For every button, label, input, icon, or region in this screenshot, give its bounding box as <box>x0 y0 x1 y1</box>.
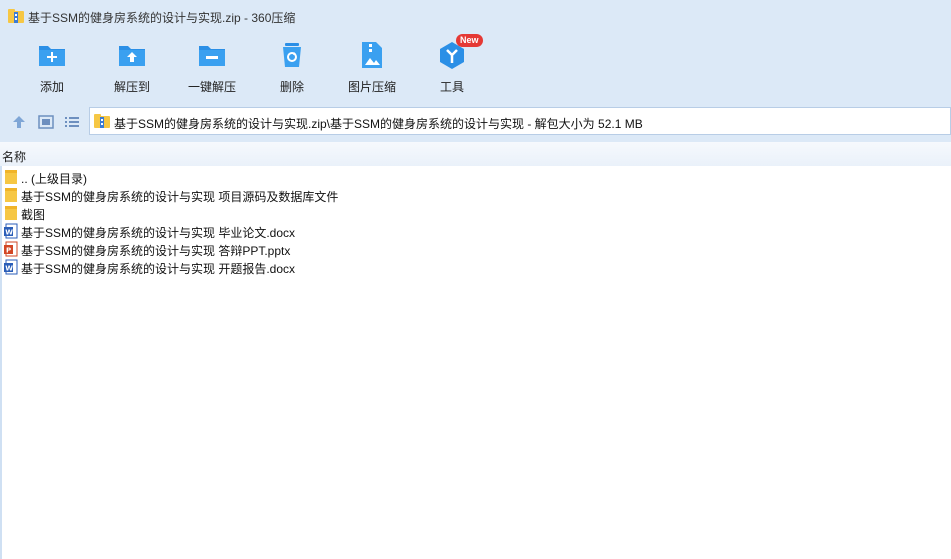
toolbar: 添加 解压到 一键解压 删除 图片压缩 New 工具 <box>0 32 951 102</box>
tools-button[interactable]: New 工具 <box>412 34 492 98</box>
add-label: 添加 <box>39 80 64 94</box>
one-click-extract-label: 一键解压 <box>187 80 236 94</box>
folder-icon <box>5 188 17 202</box>
thumbnail-view-icon[interactable] <box>38 114 54 130</box>
extract-to-icon <box>119 46 145 66</box>
tools-label: 工具 <box>439 80 464 94</box>
image-compress-label: 图片压缩 <box>347 80 396 94</box>
file-list: .. (上级目录) 基于SSM的健身房系统的设计与实现 项目源码及数据库文件 截… <box>0 168 951 276</box>
title-bar: 基于SSM的健身房系统的设计与实现.zip - 360压缩 <box>0 0 951 32</box>
file-name: 基于SSM的健身房系统的设计与实现 项目源码及数据库文件 <box>21 190 339 204</box>
delete-button[interactable]: 删除 <box>252 38 332 98</box>
zip-archive-icon <box>94 114 110 128</box>
file-name: 基于SSM的健身房系统的设计与实现 答辩PPT.pptx <box>21 244 291 258</box>
add-button[interactable]: 添加 <box>12 38 92 98</box>
extract-to-label: 解压到 <box>113 80 150 94</box>
new-badge: New <box>456 34 483 47</box>
folder-icon <box>5 170 17 184</box>
list-item-folder[interactable]: 基于SSM的健身房系统的设计与实现 项目源码及数据库文件 <box>0 186 951 204</box>
svg-text:W: W <box>5 265 13 273</box>
file-name: .. (上级目录) <box>21 172 87 186</box>
up-arrow-icon[interactable] <box>11 114 27 130</box>
window-title: 基于SSM的健身房系统的设计与实现.zip - 360压缩 <box>28 11 296 25</box>
column-name-header[interactable]: 名称 <box>2 148 26 165</box>
add-folder-icon <box>39 46 65 66</box>
word-doc-icon: W <box>4 223 18 239</box>
column-header: 名称 <box>0 142 951 166</box>
address-path: 基于SSM的健身房系统的设计与实现.zip\基于SSM的健身房系统的设计与实现 … <box>114 117 643 131</box>
image-compress-button[interactable]: 图片压缩 <box>332 38 412 98</box>
list-item-file[interactable]: P 基于SSM的健身房系统的设计与实现 答辩PPT.pptx <box>0 240 951 258</box>
list-item-file[interactable]: W 基于SSM的健身房系统的设计与实现 毕业论文.docx <box>0 222 951 240</box>
list-item-folder[interactable]: 截图 <box>0 204 951 222</box>
file-name: 截图 <box>21 208 46 222</box>
svg-text:P: P <box>6 247 11 255</box>
address-bar[interactable]: 基于SSM的健身房系统的设计与实现.zip\基于SSM的健身房系统的设计与实现 … <box>89 107 951 135</box>
file-name: 基于SSM的健身房系统的设计与实现 开题报告.docx <box>21 262 296 276</box>
list-item-file[interactable]: W 基于SSM的健身房系统的设计与实现 开题报告.docx <box>0 258 951 276</box>
navigation-bar: 基于SSM的健身房系统的设计与实现.zip\基于SSM的健身房系统的设计与实现 … <box>0 102 951 142</box>
zip-archive-icon <box>8 9 24 23</box>
extract-to-button[interactable]: 解压到 <box>92 38 172 98</box>
list-item-parent-dir[interactable]: .. (上级目录) <box>0 168 951 186</box>
file-name: 基于SSM的健身房系统的设计与实现 毕业论文.docx <box>21 226 296 240</box>
one-click-extract-button[interactable]: 一键解压 <box>172 38 252 98</box>
powerpoint-icon: P <box>4 241 18 257</box>
folder-icon <box>5 206 17 220</box>
word-doc-icon: W <box>4 259 18 275</box>
recycle-bin-icon <box>283 43 301 67</box>
delete-label: 删除 <box>279 80 304 94</box>
svg-text:W: W <box>5 229 13 237</box>
one-click-extract-icon <box>199 46 225 66</box>
list-view-icon[interactable] <box>64 114 80 130</box>
image-compress-icon <box>362 42 382 68</box>
